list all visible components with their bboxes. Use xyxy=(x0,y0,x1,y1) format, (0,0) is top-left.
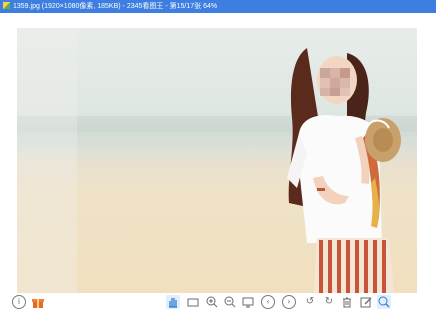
window-title: 1359.jpg (1920×1080像素, 185KB) - 2345看图王 … xyxy=(13,3,218,10)
window-title-bar: 1359.jpg (1920×1080像素, 185KB) - 2345看图王 … xyxy=(0,0,436,13)
previous-icon[interactable]: ‹ xyxy=(261,295,275,309)
delete-icon[interactable] xyxy=(340,295,354,309)
search-zoom-icon[interactable] xyxy=(377,295,391,309)
edit-icon[interactable] xyxy=(359,295,373,309)
gift-icon[interactable] xyxy=(31,295,45,309)
actual-size-icon[interactable] xyxy=(186,295,200,309)
slideshow-icon[interactable] xyxy=(241,295,255,309)
zoom-in-icon[interactable] xyxy=(205,295,219,309)
displayed-photo[interactable] xyxy=(17,28,417,306)
next-icon[interactable]: › xyxy=(282,295,296,309)
info-icon[interactable]: i xyxy=(12,295,26,309)
beach-photo-illustration xyxy=(17,28,417,306)
app-logo-icon xyxy=(3,2,10,9)
image-viewer-canvas[interactable] xyxy=(0,13,436,306)
bottom-toolbar: i ‹ › ↺ ↻ xyxy=(0,293,436,312)
rotate-right-icon[interactable]: ↻ xyxy=(322,295,336,309)
rotate-left-icon[interactable]: ↺ xyxy=(303,295,317,309)
pan-hand-icon[interactable] xyxy=(166,295,180,309)
zoom-out-icon[interactable] xyxy=(223,295,237,309)
